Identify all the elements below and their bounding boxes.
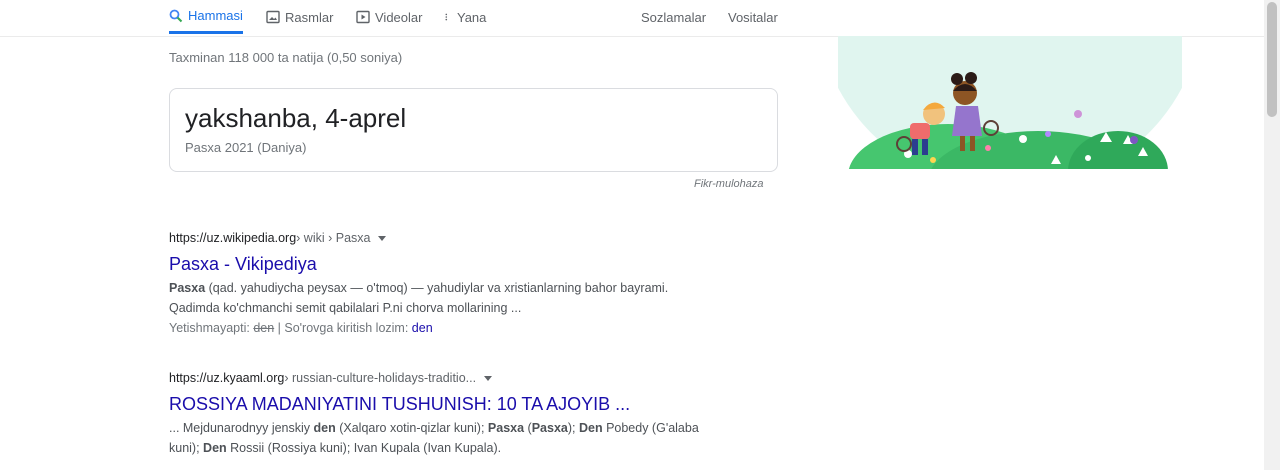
tab-label: Rasmlar — [285, 9, 334, 25]
result-title-link[interactable]: Pasxa - Vikipediya — [169, 253, 668, 275]
tab-all[interactable]: Hammasi — [169, 0, 243, 34]
tab-images[interactable]: Rasmlar — [266, 0, 333, 34]
more-vert-icon — [445, 13, 448, 21]
result-snippet: ... Mejdunarodnyy jenskiy den (Xalqaro x… — [169, 421, 699, 455]
feedback-link[interactable]: Fikr-mulohaza — [694, 178, 764, 190]
result-cite[interactable]: https://uz.wikipedia.org › wiki › Pasxa — [169, 231, 668, 245]
answer-date: yakshanba, 4-aprel — [185, 103, 407, 133]
search-result: https://uz.wikipedia.org › wiki › Pasxa … — [169, 231, 668, 338]
answer-card: yakshanba, 4-aprel Pasxa 2021 (Daniya) — [169, 88, 778, 172]
include-term-link[interactable]: den — [412, 321, 433, 335]
doodle-graphic — [838, 36, 1182, 172]
search-result: https://uz.kyaaml.org › russian-culture-… — [169, 371, 699, 458]
result-breadcrumb: › russian-culture-holidays-traditio... — [284, 371, 477, 385]
missing-terms: Yetishmayapti: den | So'rovga kiritish l… — [169, 321, 433, 335]
dropdown-arrow-icon[interactable] — [378, 235, 387, 241]
tab-more[interactable]: Yana — [444, 0, 486, 34]
answer-subtitle: Pasxa 2021 (Daniya) — [185, 140, 307, 155]
tab-label: Yana — [457, 9, 487, 25]
result-stats: Taxminan 118 000 ta natija (0,50 soniya) — [169, 50, 403, 65]
settings-link[interactable]: Sozlamalar — [641, 0, 706, 34]
tools-link[interactable]: Vositalar — [728, 0, 778, 34]
tab-label: Videolar — [375, 9, 423, 25]
tab-label: Hammasi — [188, 8, 243, 23]
result-url: https://uz.kyaaml.org — [169, 371, 285, 385]
image-icon — [266, 10, 280, 24]
result-url: https://uz.wikipedia.org — [169, 231, 297, 245]
result-cite[interactable]: https://uz.kyaaml.org › russian-culture-… — [169, 371, 699, 385]
search-tabs-bar: Hammasi Rasmlar Videolar Yana Sozlamalar… — [0, 0, 1264, 37]
result-title-link[interactable]: ROSSIYA MADANIYATINI TUSHUNISH: 10 TA AJ… — [169, 393, 699, 415]
dropdown-arrow-icon[interactable] — [484, 375, 493, 381]
search-icon — [169, 9, 183, 22]
result-snippet: Pasxa (qad. yahudiycha peysax — o'tmoq) … — [169, 281, 669, 315]
result-breadcrumb: › wiki › Pasxa — [296, 231, 371, 245]
tab-videos[interactable]: Videolar — [356, 0, 422, 34]
scrollbar-thumb[interactable] — [1267, 2, 1277, 117]
video-icon — [356, 10, 370, 24]
easter-doodle-illustration — [838, 36, 1182, 172]
